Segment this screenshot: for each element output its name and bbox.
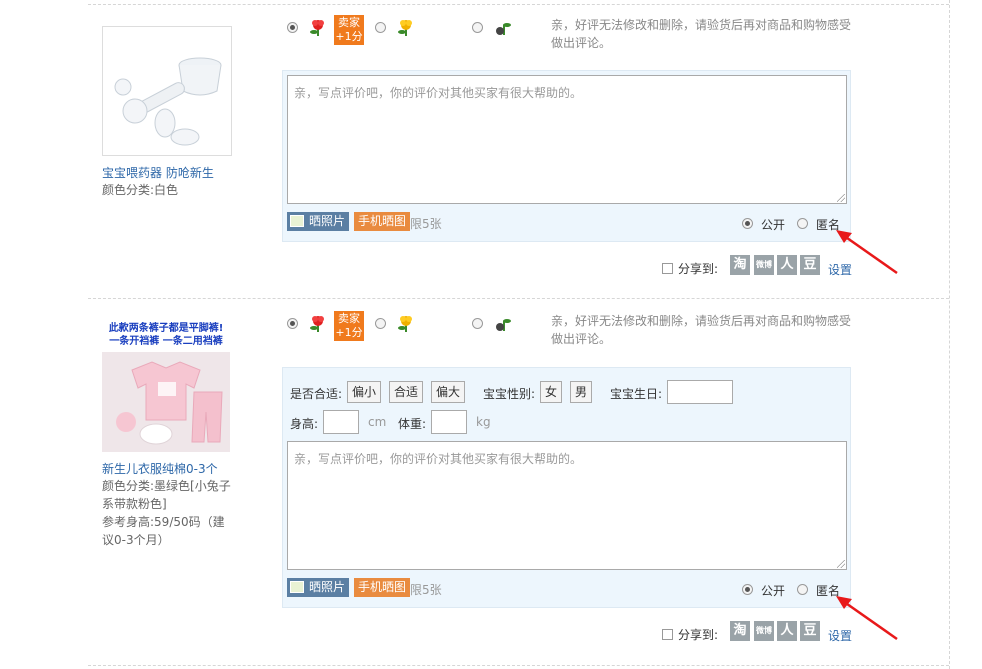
gender-female-button[interactable]: 女 (540, 381, 563, 403)
weibo-share-icon[interactable]: 微博 (754, 621, 774, 641)
rating-hint-1: 亲，好评无法修改和删除，请验货后再对商品和购物感受做出评论。 (551, 18, 852, 50)
upload-photo-button-2[interactable]: 晒照片 (287, 578, 350, 597)
image-caption-line2: 一条开裆裤 一条二用裆裤 (109, 336, 223, 347)
weight-input[interactable] (431, 410, 467, 434)
review-panel-1: 亲，写点评价吧，你的评价对其他买家有很大帮助的。 晒照片 手机晒图 限5张 公开… (282, 70, 851, 242)
rating-neutral-radio-1[interactable] (375, 22, 386, 33)
middle-divider (88, 298, 949, 299)
douban-share-icon[interactable]: 豆 (800, 621, 820, 641)
resize-grip-icon[interactable] (837, 560, 845, 568)
public-radio-1[interactable] (742, 218, 753, 229)
douban-share-icon[interactable]: 豆 (800, 255, 820, 275)
rating-good-radio-2[interactable] (287, 318, 298, 329)
mobile-upload-button-1[interactable]: 手机晒图 (354, 212, 411, 231)
review-placeholder: 亲，写点评价吧，你的评价对其他买家有很大帮助的。 (294, 452, 583, 466)
red-flower-icon (310, 20, 324, 36)
share-label-2: 分享到: (678, 628, 719, 642)
red-flower-icon (310, 316, 324, 332)
share-checkbox-1[interactable] (662, 263, 673, 274)
share-checkbox-2[interactable] (662, 629, 673, 640)
public-label-1: 公开 (761, 218, 786, 232)
seller-badge-line2: +1分 (335, 326, 363, 339)
bottom-divider (88, 665, 949, 666)
withered-flower-icon (496, 319, 511, 331)
height-unit: cm (368, 415, 387, 429)
rating-good-radio-1[interactable] (287, 22, 298, 33)
upload-photo-label: 晒照片 (309, 580, 346, 594)
image-icon (290, 215, 304, 227)
seller-badge-line1: 卖家 (338, 312, 360, 325)
anonymous-radio-2[interactable] (797, 584, 808, 595)
birthday-input[interactable] (667, 380, 733, 404)
seller-badge-line1: 卖家 (338, 16, 360, 29)
image-caption-line1: 此款两条裤子都是平脚裤! (108, 323, 224, 334)
image-icon (290, 581, 304, 593)
public-label-2: 公开 (761, 584, 786, 598)
fit-small-button[interactable]: 偏小 (347, 381, 382, 403)
gender-label: 宝宝性别: (483, 387, 536, 401)
birthday-label: 宝宝生日: (610, 387, 663, 401)
seller-bonus-badge: 卖家 +1分 (334, 15, 364, 45)
height-input[interactable] (323, 410, 359, 434)
upload-photo-button-1[interactable]: 晒照片 (287, 212, 350, 231)
yellow-flower-icon (398, 316, 412, 332)
review-textarea-1[interactable]: 亲，写点评价吧，你的评价对其他买家有很大帮助的。 (287, 75, 847, 204)
mobile-upload-button-2[interactable]: 手机晒图 (354, 578, 411, 597)
renren-share-icon[interactable]: 人 (777, 621, 797, 641)
rating-neutral-radio-2[interactable] (375, 318, 386, 329)
photo-limit-1: 限5张 (410, 217, 442, 231)
right-divider (949, 0, 950, 669)
product-name-2[interactable]: 新生儿衣服纯棉0-3个 (102, 460, 218, 477)
weight-unit: kg (476, 415, 491, 429)
renren-share-icon[interactable]: 人 (777, 255, 797, 275)
product-attr-2b: 参考身高:59/50码（建议0-3个月） (102, 515, 225, 547)
top-divider (88, 4, 949, 5)
yellow-flower-icon (398, 20, 412, 36)
share-label-1: 分享到: (678, 262, 719, 276)
withered-flower-icon (496, 23, 511, 35)
rating-hint-2: 亲，好评无法修改和删除，请验货后再对商品和购物感受做出评论。 (551, 314, 852, 346)
fit-label: 是否合适: (290, 387, 343, 401)
anonymous-radio-1[interactable] (797, 218, 808, 229)
review-textarea-2[interactable]: 亲，写点评价吧，你的评价对其他买家有很大帮助的。 (287, 441, 847, 570)
rating-bad-radio-1[interactable] (472, 22, 483, 33)
height-label: 身高: (290, 417, 319, 431)
public-radio-2[interactable] (742, 584, 753, 595)
arrow-annotation-icon (836, 230, 898, 275)
product-image-2[interactable]: 此款两条裤子都是平脚裤! 一条开裆裤 一条二用裆裤 (102, 322, 230, 452)
fit-right-button[interactable]: 合适 (389, 381, 424, 403)
gender-male-button[interactable]: 男 (570, 381, 593, 403)
rating-bad-radio-2[interactable] (472, 318, 483, 329)
arrow-annotation-icon (836, 596, 898, 641)
seller-badge-line2: +1分 (335, 30, 363, 43)
review-placeholder: 亲，写点评价吧，你的评价对其他买家有很大帮助的。 (294, 86, 583, 100)
review-panel-2: 是否合适: 偏小 合适 偏大 宝宝性别: 女 男 宝宝生日: 身高: cm 体重… (282, 367, 851, 608)
weibo-share-icon[interactable]: 微博 (754, 255, 774, 275)
medicine-feeder-image (103, 27, 231, 155)
upload-photo-label: 晒照片 (309, 214, 346, 228)
resize-grip-icon[interactable] (837, 194, 845, 202)
product-name-1[interactable]: 宝宝喂药器 防呛新生 (102, 164, 214, 181)
fit-large-button[interactable]: 偏大 (431, 381, 466, 403)
taobao-share-icon[interactable]: 淘 (730, 255, 750, 275)
product-attr-2a: 颜色分类:墨绿色[小兔子系带款粉色] (102, 479, 231, 511)
photo-limit-2: 限5张 (410, 583, 442, 597)
product-attr-1: 颜色分类:白色 (102, 183, 179, 197)
taobao-share-icon[interactable]: 淘 (730, 621, 750, 641)
weight-label: 体重: (398, 417, 427, 431)
seller-bonus-badge: 卖家 +1分 (334, 311, 364, 341)
product-image-1[interactable] (102, 26, 232, 156)
